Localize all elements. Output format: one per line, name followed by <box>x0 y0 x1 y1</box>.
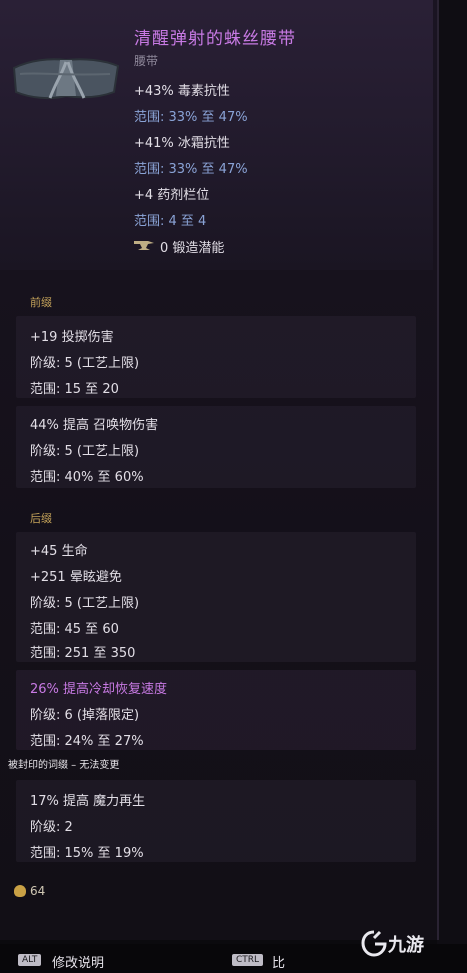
prefix-2-line: 44% 提高 召唤物伤害 <box>30 418 159 433</box>
prefix-2-range: 范围: 40% 至 60% <box>30 470 144 485</box>
item-type: 腰带 <box>134 54 159 68</box>
suffix-1-range1: 范围: 45 至 60 <box>30 622 119 637</box>
gold-amount: 64 <box>30 884 46 898</box>
suffix-label: 后缀 <box>30 512 52 525</box>
suffix-2-line: 26% 提高冷却恢复速度 <box>30 682 168 697</box>
prefix-1-tier: 阶级: 5 (工艺上限) <box>30 356 140 371</box>
prefix-1-range: 范围: 15 至 20 <box>30 382 119 397</box>
compare-hint[interactable]: 比 <box>272 952 285 971</box>
anvil-icon <box>134 241 154 250</box>
stat-poison-res: +43% 毒素抗性 <box>134 84 230 99</box>
item-tooltip: 清醒弹射的蛛丝腰带 腰带 +43% 毒素抗性 范围: 33% 至 47% +41… <box>0 0 439 940</box>
suffix-3-tier: 阶级: 2 <box>30 820 73 835</box>
belt-icon <box>12 58 120 100</box>
suffix-3-line: 17% 提高 魔力再生 <box>30 794 146 809</box>
stat-poison-res-range: 范围: 33% 至 47% <box>134 110 248 125</box>
stat-cold-res-range: 范围: 33% 至 47% <box>134 162 248 177</box>
suffix-3-range: 范围: 15% 至 19% <box>30 846 144 861</box>
prefix-label: 前缀 <box>30 296 52 309</box>
gold-coin-icon <box>14 885 26 897</box>
suffix-1-line2: +251 晕眩避免 <box>30 570 122 585</box>
watermark-text: 九游 <box>388 935 424 956</box>
background-game-area <box>437 0 467 944</box>
suffix-1-line1: +45 生命 <box>30 544 88 559</box>
stat-potion-slots-range: 范围: 4 至 4 <box>134 214 207 229</box>
ctrl-key-hint: CTRL <box>232 954 264 966</box>
stat-cold-res: +41% 冰霜抗性 <box>134 136 230 151</box>
suffix-2-range: 范围: 24% 至 27% <box>30 734 144 749</box>
modify-description-hint[interactable]: 修改说明 <box>52 952 104 971</box>
sealed-affix-note: 被封印的词缀 – 无法变更 <box>8 760 120 771</box>
prefix-1-line: +19 投掷伤害 <box>30 330 114 345</box>
gold-value: 64 <box>14 884 45 898</box>
suffix-2-tier: 阶级: 6 (掉落限定) <box>30 708 140 723</box>
suffix-1-range2: 范围: 251 至 350 <box>30 646 136 661</box>
item-name: 清醒弹射的蛛丝腰带 <box>134 29 296 49</box>
watermark-logo-icon <box>361 930 387 957</box>
stat-potion-slots: +4 药剂栏位 <box>134 188 210 203</box>
alt-key-hint: ALT <box>18 954 42 966</box>
prefix-2-tier: 阶级: 5 (工艺上限) <box>30 444 140 459</box>
forge-potential: 0 锻造潜能 <box>160 241 225 256</box>
suffix-1-tier: 阶级: 5 (工艺上限) <box>30 596 140 611</box>
